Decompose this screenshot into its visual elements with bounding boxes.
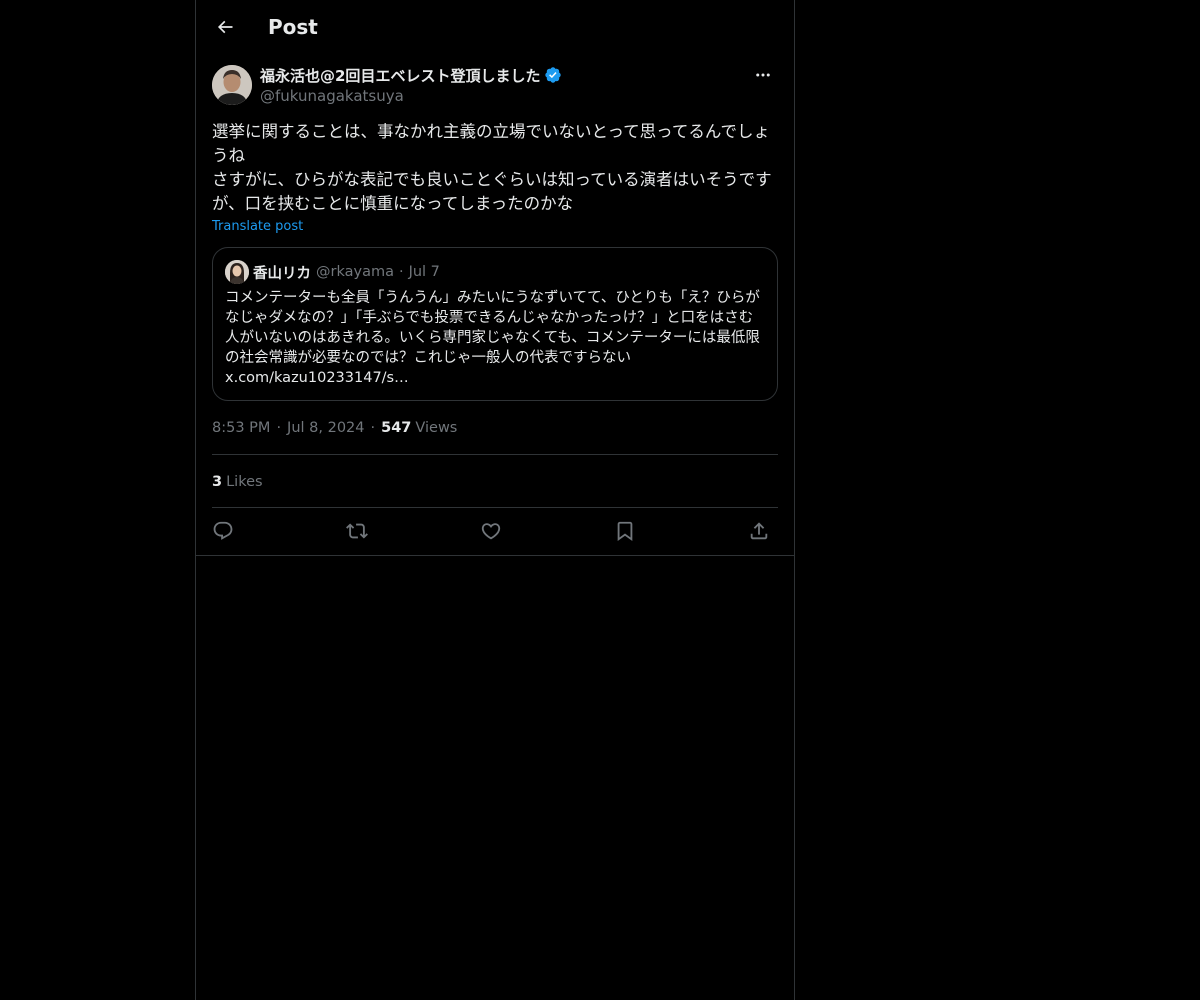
separator-dot: · [398, 264, 404, 280]
author-avatar[interactable] [212, 65, 252, 105]
separator-dot: · [276, 420, 282, 436]
views-label: Views [415, 420, 458, 436]
author-name-line: 福永活也@2回目エベレスト登頂しました [260, 64, 562, 86]
heart-icon [480, 520, 502, 542]
more-horizontal-icon [754, 66, 772, 84]
quoted-author-name: 香山リカ [253, 265, 311, 282]
quoted-post-date: Jul 7 [408, 264, 440, 280]
post-header: Post [196, 0, 794, 53]
post-date[interactable]: Jul 8, 2024 [287, 420, 364, 436]
more-options-button[interactable] [748, 64, 778, 86]
quoted-post-header: 香山リカ @rkayama · Jul 7 [225, 260, 440, 284]
quoted-author-handle: @rkayama [316, 264, 394, 280]
author-name[interactable]: 福永活也@2回目エベレスト登頂しました [260, 65, 540, 86]
divider [212, 454, 778, 455]
post-text-line: さすがに、ひらがな表記でも良いことぐらいは知っている演者はいそうですが、口を挟む… [212, 170, 772, 213]
translate-post-link[interactable]: Translate post [212, 218, 303, 236]
bookmark-button[interactable] [610, 516, 640, 546]
quoted-author-avatar [225, 260, 249, 284]
quoted-post-link[interactable]: x.com/kazu10233147/s… [225, 370, 409, 386]
likes-label: Likes [226, 474, 263, 490]
like-button[interactable] [476, 516, 506, 546]
post-time[interactable]: 8:53 PM [212, 420, 270, 436]
quoted-post-body: コメンテーターも全員「うんうん」みたいにうなずいてて、ひとりも「え？ひらがなじゃ… [225, 290, 760, 366]
post-bottom-border [196, 555, 794, 556]
likes-count: 3 [212, 474, 223, 490]
share-icon [748, 520, 770, 542]
likes-summary[interactable]: 3 Likes [212, 471, 263, 493]
post-actions [212, 516, 778, 546]
bookmark-icon [614, 520, 636, 542]
post-meta: 8:53 PM · Jul 8, 2024 · 547 Views [212, 417, 457, 439]
post-column: Post 福永活也@2回目エベレスト登頂しました @fukunagakatsuy… [195, 0, 795, 1000]
reply-icon [212, 520, 234, 542]
post-author: 福永活也@2回目エベレスト登頂しました @fukunagakatsuya [212, 64, 778, 108]
arrow-left-icon [215, 17, 235, 37]
quoted-post-text: コメンテーターも全員「うんうん」みたいにうなずいてて、ひとりも「え？ひらがなじゃ… [225, 288, 767, 388]
reply-button[interactable] [208, 516, 238, 546]
page-title: Post [268, 15, 318, 39]
back-button[interactable] [208, 10, 242, 44]
verified-badge-icon [544, 66, 562, 84]
repost-button[interactable] [342, 516, 372, 546]
quoted-post-card[interactable]: 香山リカ @rkayama · Jul 7 コメンテーターも全員「うんうん」みた… [212, 247, 778, 401]
post-text: 選挙に関することは、事なかれ主義の立場でいないとって思ってるんでしょうね さすが… [212, 120, 778, 216]
views-count: 547 [381, 420, 412, 436]
divider [212, 507, 778, 508]
share-button[interactable] [744, 516, 774, 546]
separator-dot: · [370, 420, 376, 436]
repost-icon [346, 520, 368, 542]
author-handle[interactable]: @fukunagakatsuya [260, 86, 404, 106]
post-text-line: 選挙に関することは、事なかれ主義の立場でいないとって思ってるんでしょうね [212, 122, 771, 165]
